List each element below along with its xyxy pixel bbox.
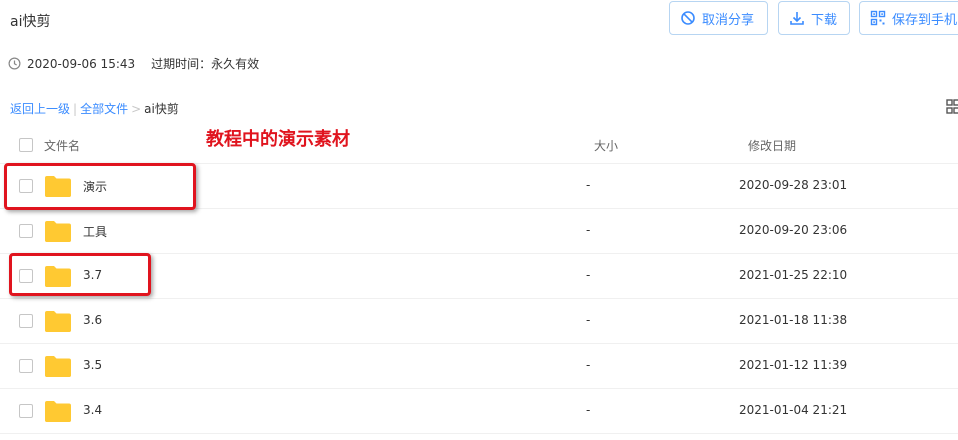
row-checkbox[interactable]: [19, 314, 33, 328]
breadcrumb-arrow: >: [131, 101, 142, 116]
file-size: -: [586, 358, 591, 372]
grid-view-icon[interactable]: [946, 99, 958, 115]
breadcrumb-back-link[interactable]: 返回上一级: [10, 100, 70, 117]
file-date: 2021-01-25 22:10: [739, 268, 848, 282]
breadcrumb: 返回上一级 | 全部文件 > ai快剪: [10, 100, 179, 117]
column-header-name[interactable]: 文件名: [44, 137, 80, 154]
share-time: 2020-09-06 15:43: [27, 56, 136, 71]
cancel-share-label: 取消分享: [702, 12, 755, 28]
highlight-box: [4, 163, 196, 210]
table-header: 文件名 大小 修改日期: [0, 124, 958, 164]
file-name[interactable]: 工具: [83, 223, 107, 240]
file-size: -: [586, 403, 591, 417]
folder-icon: [45, 401, 71, 422]
table-row[interactable]: 3.5 - 2021-01-12 11:39: [0, 344, 958, 389]
folder-icon: [45, 221, 71, 242]
table-row[interactable]: 工具 - 2020-09-20 23:06: [0, 209, 958, 254]
share-meta: 2020-09-06 15:43 过期时间： 永久有效: [8, 55, 259, 72]
breadcrumb-separator: |: [73, 101, 78, 116]
download-icon: [790, 12, 804, 25]
ban-icon: [681, 11, 695, 25]
download-button[interactable]: 下载: [778, 1, 850, 35]
cancel-share-button[interactable]: 取消分享: [669, 1, 768, 35]
column-header-date[interactable]: 修改日期: [748, 137, 796, 154]
select-all-checkbox[interactable]: [19, 138, 33, 152]
breadcrumb-all-files-link[interactable]: 全部文件: [80, 100, 128, 117]
row-checkbox[interactable]: [19, 404, 33, 418]
column-header-size[interactable]: 大小: [594, 137, 618, 154]
save-to-phone-button[interactable]: 保存到手机: [859, 1, 958, 35]
file-name[interactable]: 3.6: [83, 313, 102, 327]
table-row[interactable]: 3.4 - 2021-01-04 21:21: [0, 389, 958, 434]
file-size: -: [586, 313, 591, 327]
page-title: ai快剪: [10, 14, 51, 30]
file-size: -: [586, 223, 591, 237]
file-name[interactable]: 3.4: [83, 403, 102, 417]
table-row[interactable]: 3.6 - 2021-01-18 11:38: [0, 299, 958, 344]
file-name[interactable]: 3.5: [83, 358, 102, 372]
file-date: 2021-01-12 11:39: [739, 358, 848, 372]
download-label: 下载: [811, 12, 838, 28]
highlight-box: [9, 253, 151, 296]
file-date: 2021-01-04 21:21: [739, 403, 848, 417]
file-size: -: [586, 268, 591, 282]
file-date: 2020-09-20 23:06: [739, 223, 848, 237]
row-checkbox[interactable]: [19, 224, 33, 238]
file-date: 2020-09-28 23:01: [739, 178, 848, 192]
folder-icon: [45, 311, 71, 332]
file-size: -: [586, 178, 591, 192]
save-to-phone-label: 保存到手机: [892, 12, 958, 28]
breadcrumb-current: ai快剪: [144, 102, 179, 116]
expire-label: 过期时间：: [151, 57, 212, 71]
annotation-text: 教程中的演示素材: [206, 129, 350, 150]
folder-icon: [45, 356, 71, 377]
row-checkbox[interactable]: [19, 359, 33, 373]
file-date: 2021-01-18 11:38: [739, 313, 848, 327]
qrcode-icon: [870, 10, 886, 26]
expire-value: 永久有效: [211, 57, 260, 71]
clock-icon: [8, 57, 21, 70]
